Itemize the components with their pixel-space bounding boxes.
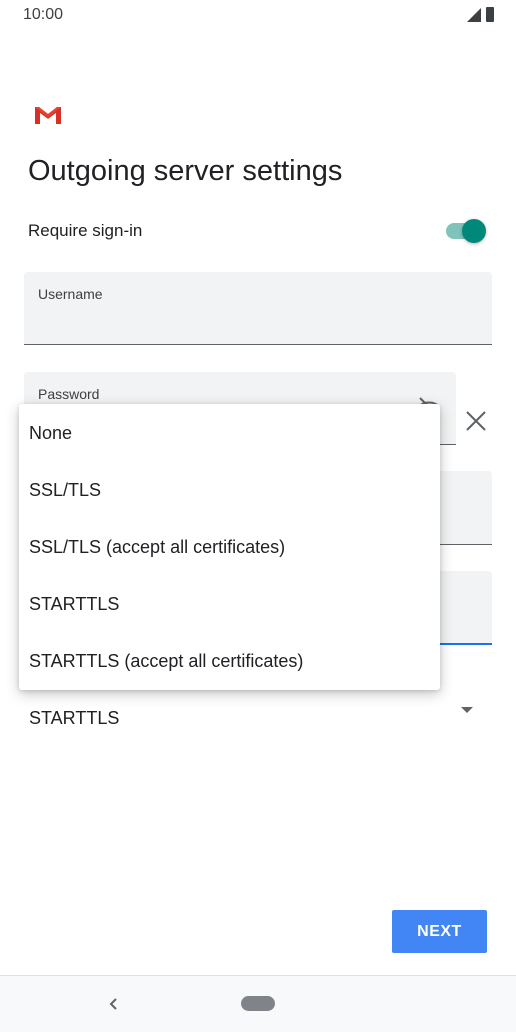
menu-item-none[interactable]: None: [19, 405, 440, 462]
username-label: Username: [38, 286, 103, 302]
navigation-bar: [0, 975, 516, 1032]
menu-item-starttls[interactable]: STARTTLS: [19, 576, 440, 633]
close-icon[interactable]: [463, 408, 489, 434]
status-icons: [467, 7, 494, 22]
status-time: 10:00: [23, 6, 64, 23]
require-signin-label: Require sign-in: [28, 221, 143, 240]
signal-icon: [467, 8, 481, 22]
security-type-select[interactable]: STARTTLS: [29, 708, 119, 729]
back-icon[interactable]: [106, 994, 120, 1014]
gmail-logo-icon: [35, 107, 61, 124]
menu-item-starttls-accept-all[interactable]: STARTTLS (accept all certificates): [19, 633, 440, 690]
menu-item-ssl-tls[interactable]: SSL/TLS: [19, 462, 440, 519]
security-type-menu: None SSL/TLS SSL/TLS (accept all certifi…: [19, 404, 440, 690]
username-field[interactable]: Username: [24, 272, 492, 345]
toggle-thumb: [462, 219, 486, 243]
menu-item-ssl-tls-accept-all[interactable]: SSL/TLS (accept all certificates): [19, 519, 440, 576]
next-button[interactable]: NEXT: [392, 910, 487, 953]
battery-icon: [486, 7, 494, 22]
page-title: Outgoing server settings: [28, 155, 343, 187]
password-label: Password: [38, 386, 100, 402]
require-signin-row: Require sign-in: [28, 219, 488, 243]
status-bar: 10:00: [0, 0, 516, 32]
home-icon[interactable]: [241, 996, 275, 1011]
require-signin-toggle[interactable]: [444, 219, 486, 243]
dropdown-arrow-icon[interactable]: [461, 707, 473, 713]
